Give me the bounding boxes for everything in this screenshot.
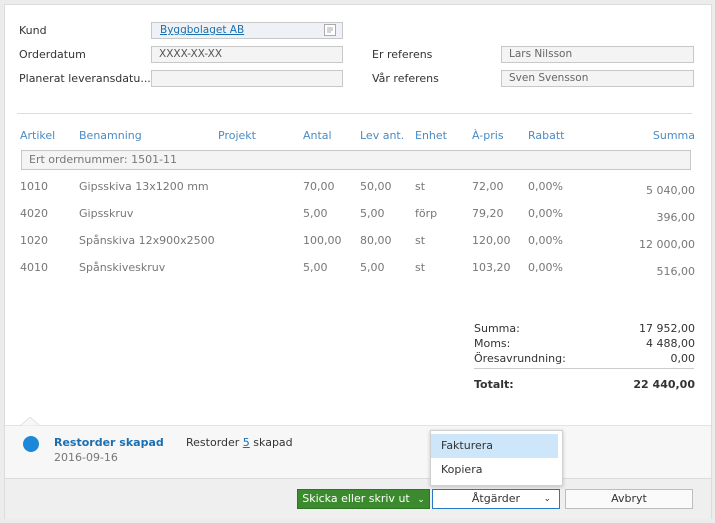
- row-summa: 516,00: [656, 265, 696, 278]
- row-enhet: st: [415, 180, 426, 193]
- row-summa: 12 000,00: [639, 238, 695, 251]
- row-antal: 5,00: [303, 261, 328, 274]
- col-enhet[interactable]: Enhet: [415, 129, 447, 142]
- actions-dropdown-menu: Fakturera Kopiera: [430, 430, 563, 486]
- send-print-label: Skicka eller skriv ut: [302, 492, 410, 505]
- row-a-pris: 72,00: [472, 180, 504, 193]
- customer-card-icon[interactable]: [324, 24, 336, 36]
- summa-label: Summa:: [474, 322, 520, 335]
- chevron-down-icon: ⌄: [417, 495, 425, 505]
- row-benamning: Gipsskiva 13x1200 mm: [79, 180, 209, 193]
- chevron-down-icon: ⌄: [543, 494, 551, 504]
- timeline-date: 2016-09-16: [54, 451, 118, 464]
- actions-label: Åtgärder: [471, 492, 521, 505]
- col-a-pris[interactable]: À-pris: [472, 129, 504, 142]
- col-lev-ant[interactable]: Lev ant.: [360, 129, 404, 142]
- row-rabatt: 0,00%: [528, 180, 563, 193]
- summa-value: 17 952,00: [639, 322, 695, 335]
- row-antal: 5,00: [303, 207, 328, 220]
- oresavrundning-value: 0,00: [670, 352, 696, 365]
- row-rabatt: 0,00%: [528, 207, 563, 220]
- row-lev-ant: 5,00: [360, 261, 385, 274]
- row-rabatt: 0,00%: [528, 234, 563, 247]
- total-value: 22 440,00: [633, 378, 695, 391]
- moms-label: Moms:: [474, 337, 511, 350]
- menu-item-kopiera[interactable]: Kopiera: [431, 458, 558, 482]
- row-antal: 70,00: [303, 180, 335, 193]
- timeline-dot-icon: [23, 436, 39, 452]
- row-a-pris: 120,00: [472, 234, 511, 247]
- timeline-text: Restorder 5 skapad: [186, 436, 293, 449]
- actions-button[interactable]: Åtgärder ⌄: [432, 489, 560, 509]
- col-antal[interactable]: Antal: [303, 129, 332, 142]
- er-referens-label: Er referens: [372, 48, 433, 61]
- menu-item-fakturera[interactable]: Fakturera: [431, 434, 558, 458]
- orderdatum-label: Orderdatum: [19, 48, 86, 61]
- leverans-field[interactable]: [151, 70, 343, 87]
- col-rabatt[interactable]: Rabatt: [528, 129, 565, 142]
- col-artikel[interactable]: Artikel: [20, 129, 55, 142]
- row-antal: 100,00: [303, 234, 342, 247]
- row-lev-ant: 50,00: [360, 180, 392, 193]
- orderdatum-field[interactable]: XXXX-XX-XX: [151, 46, 343, 63]
- row-a-pris: 79,20: [472, 207, 504, 220]
- timeline-text-after: skapad: [253, 436, 293, 449]
- row-artikel: 1010: [20, 180, 48, 193]
- row-summa: 396,00: [656, 211, 696, 224]
- cancel-button[interactable]: Avbryt: [565, 489, 693, 509]
- totals-divider: [474, 368, 694, 369]
- moms-value: 4 488,00: [646, 337, 695, 350]
- header-divider: [17, 113, 692, 114]
- er-referens-field[interactable]: Lars Nilsson: [501, 46, 694, 63]
- total-label: Totalt:: [474, 378, 514, 391]
- var-referens-field[interactable]: Sven Svensson: [501, 70, 694, 87]
- row-benamning: Gipsskruv: [79, 207, 134, 220]
- row-lev-ant: 5,00: [360, 207, 385, 220]
- timeline-pointer-icon: [20, 417, 40, 427]
- row-benamning: Spånskiveskruv: [79, 261, 166, 274]
- row-artikel: 4010: [20, 261, 48, 274]
- row-lev-ant: 80,00: [360, 234, 392, 247]
- order-number-row[interactable]: Ert ordernummer: 1501-11: [21, 150, 691, 170]
- col-summa[interactable]: Summa: [653, 129, 695, 142]
- row-rabatt: 0,00%: [528, 261, 563, 274]
- kund-field[interactable]: Byggbolaget AB: [151, 22, 343, 39]
- timeline-text-before: Restorder: [186, 436, 240, 449]
- row-benamning: Spånskiva 12x900x2500: [79, 234, 215, 247]
- leverans-label: Planerat leveransdatu...: [19, 72, 151, 85]
- restorder-link[interactable]: 5: [243, 436, 250, 449]
- row-summa: 5 040,00: [646, 184, 695, 197]
- kund-label: Kund: [19, 24, 47, 37]
- row-enhet: st: [415, 234, 426, 247]
- oresavrundning-label: Öresavrundning:: [474, 352, 566, 365]
- row-artikel: 1020: [20, 234, 48, 247]
- row-enhet: förp: [415, 207, 438, 220]
- var-referens-label: Vår referens: [372, 72, 439, 85]
- col-benamning[interactable]: Benamning: [79, 129, 142, 142]
- row-enhet: st: [415, 261, 426, 274]
- send-print-button[interactable]: Skicka eller skriv ut ⌄: [297, 489, 430, 509]
- col-projekt[interactable]: Projekt: [218, 129, 256, 142]
- row-artikel: 4020: [20, 207, 48, 220]
- timeline-title[interactable]: Restorder skapad: [54, 436, 164, 449]
- kund-link[interactable]: Byggbolaget AB: [160, 24, 244, 36]
- row-a-pris: 103,20: [472, 261, 511, 274]
